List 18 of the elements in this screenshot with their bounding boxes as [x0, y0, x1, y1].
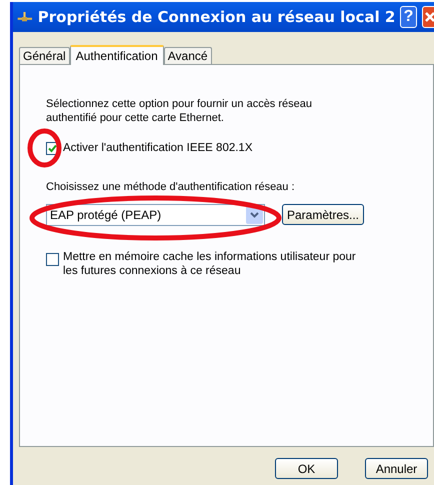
tab[interactable]: Avancé [164, 47, 212, 64]
settings-button[interactable]: Paramètres... [282, 204, 364, 225]
network-icon [17, 10, 33, 24]
tab[interactable]: Authentification [70, 45, 164, 65]
method-label: Choisissez une méthode d'authentification réseau : [46, 180, 295, 195]
close-button[interactable] [422, 6, 434, 28]
close-icon [424, 11, 434, 23]
dropdown-value: EAP protégé (PEAP) [50, 206, 162, 224]
method-dropdown[interactable]: EAP protégé (PEAP) [46, 204, 265, 226]
window-title: Propriétés de Connexion au réseau local 2 [38, 6, 396, 28]
description-text: Sélectionnez cette option pour fournir un accès réseau authentifié pour cette carte Ethernet. [46, 97, 313, 125]
dialog-button[interactable]: Annuler [365, 458, 428, 479]
checkbox-label: Activer l'authentification IEEE 802.1X [63, 141, 252, 155]
dialog-button[interactable]: OK [275, 458, 338, 479]
checkbox-label: Mettre en mémoire cache les informations utilisateur pour les futures connexions à ce réseau [63, 250, 357, 278]
checkbox[interactable] [46, 252, 59, 266]
help-button[interactable]: ? [400, 6, 417, 28]
tab[interactable]: Général [19, 47, 70, 64]
